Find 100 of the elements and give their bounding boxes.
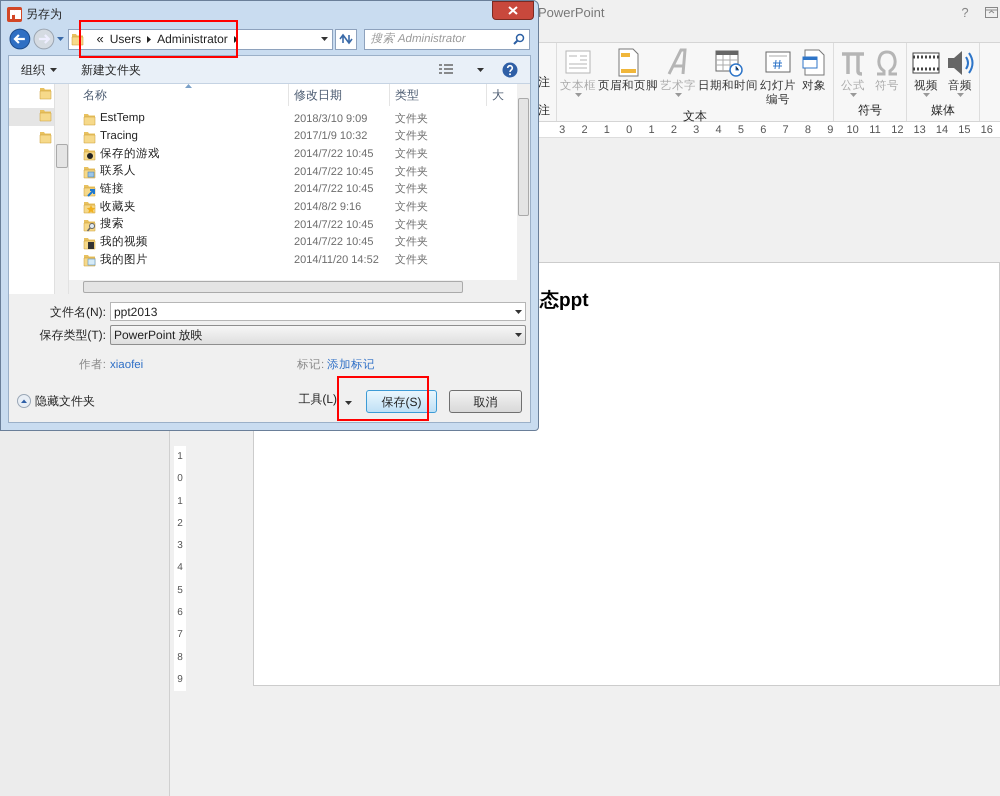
- ribbon-button-label[interactable]: 注: [538, 73, 550, 91]
- folder-icon: [83, 182, 97, 197]
- file-name[interactable]: 搜索: [100, 216, 124, 234]
- ribbon-button[interactable]: 音频: [943, 47, 977, 97]
- group-label: 符号: [857, 102, 883, 119]
- type-cell-text: 文件夹: [394, 112, 429, 127]
- date-cell-text: 2014/7/22 10:45: [293, 235, 375, 250]
- ruler-number: 8: [177, 650, 183, 665]
- caret-icon: [515, 310, 522, 314]
- date-cell-text: 2014/7/22 10:45: [293, 146, 375, 162]
- nav-item[interactable]: [9, 108, 54, 126]
- file-name[interactable]: 收藏夹: [100, 198, 136, 216]
- refresh-icon: [338, 33, 353, 45]
- ruler-number: 13: [912, 123, 927, 137]
- ruler-number: 4: [177, 561, 183, 576]
- file-name[interactable]: Tracing: [100, 128, 138, 146]
- meta-label: 标记:: [297, 358, 326, 373]
- file-name-field[interactable]: ppt2013: [110, 302, 526, 321]
- ruler-number: 0: [625, 123, 634, 137]
- folder-icon: [83, 200, 97, 214]
- organize-button[interactable]: 组织: [21, 60, 57, 78]
- ruler-number: 12: [890, 123, 904, 137]
- scrollbar[interactable]: [69, 280, 530, 294]
- restore-icon[interactable]: [985, 7, 998, 18]
- ruler-number: 11: [868, 123, 882, 137]
- type-cell-text: 文件夹: [394, 128, 429, 144]
- scrollbar[interactable]: [517, 84, 530, 280]
- window-title: 另存为: [26, 6, 62, 23]
- type-cell-text: 文件夹: [394, 218, 429, 233]
- folder-icon: [39, 86, 53, 100]
- ruler-number: 2: [670, 123, 678, 137]
- ruler-number: 0: [177, 472, 183, 486]
- address-bar[interactable]: « Users Administrator: [68, 28, 333, 50]
- author-link[interactable]: xiaofei: [110, 357, 297, 374]
- field-label: 文件名(N):: [49, 304, 107, 320]
- ruler-number: 14: [934, 123, 950, 137]
- date-cell-text: 2014/11/20 14:52: [293, 253, 380, 268]
- ribbon-button[interactable]: 页眉和页脚: [597, 47, 659, 93]
- ruler-number: 9: [177, 672, 183, 687]
- breadcrumb-overflow[interactable]: «: [96, 29, 104, 49]
- type-cell-text: 文件夹: [394, 234, 429, 250]
- field-label: 保存类型(T):: [38, 327, 107, 344]
- ruler-number: 5: [177, 584, 183, 598]
- file-name[interactable]: EstTemp: [100, 110, 145, 128]
- scrollbar[interactable]: [54, 84, 68, 294]
- ruler-number: 1: [647, 123, 656, 137]
- file-name[interactable]: 链接: [100, 180, 124, 198]
- ruler-number: 6: [759, 123, 768, 137]
- help-icon[interactable]: [502, 62, 518, 78]
- collapse-icon: [17, 394, 31, 408]
- date-cell-text: 2014/8/2 9:16: [293, 200, 362, 216]
- search-field[interactable]: 搜索 Administrator: [364, 28, 530, 50]
- date-cell-text: 2017/1/9 10:32: [293, 129, 368, 144]
- chevron-icon: [234, 36, 238, 42]
- file-type-dropdown[interactable]: PowerPoint 放映: [110, 325, 526, 345]
- type-cell-text: 文件夹: [394, 200, 429, 216]
- new-folder-button[interactable]: 新建文件夹: [81, 60, 141, 78]
- ruler-number: 9: [826, 123, 834, 137]
- slide-title: 态ppt: [540, 290, 589, 311]
- group-label: 注: [538, 102, 550, 119]
- save-button[interactable]: 保存(S): [366, 390, 437, 413]
- refresh-button[interactable]: [334, 28, 357, 50]
- app-icon: [7, 6, 22, 22]
- ribbon-button[interactable]: 日期和时间: [697, 47, 759, 93]
- ribbon-button[interactable]: 幻灯片编号: [759, 47, 797, 107]
- file-name[interactable]: 保存的游戏: [100, 146, 160, 163]
- folder-icon: [83, 218, 97, 232]
- column-header[interactable]: 大: [487, 84, 504, 106]
- date-cell-text: 2014/7/22 10:45: [293, 218, 375, 233]
- ribbon-button[interactable]: 对象: [797, 47, 831, 93]
- group-label: 文本: [682, 108, 708, 125]
- breadcrumb-item[interactable]: Users: [110, 30, 142, 48]
- view-icon[interactable]: [439, 64, 453, 76]
- caret-icon: [477, 68, 484, 72]
- ruler-number: 2: [580, 123, 589, 137]
- tags-link[interactable]: 添加标记: [327, 357, 376, 374]
- cancel-button[interactable]: 取消: [449, 390, 522, 413]
- column-header[interactable]: 修改日期: [289, 84, 390, 106]
- close-button[interactable]: [492, 1, 534, 20]
- breadcrumb-item[interactable]: Administrator: [157, 30, 228, 48]
- column-header[interactable]: 类型: [390, 84, 487, 106]
- tools-button[interactable]: 工具(L): [298, 390, 337, 408]
- hide-folders-button[interactable]: 隐藏文件夹: [17, 392, 95, 410]
- chevron-icon: [147, 36, 152, 42]
- ruler-number: 3: [558, 123, 566, 137]
- date-cell-text: 2014/7/22 10:45: [293, 164, 375, 180]
- back-icon[interactable]: [9, 28, 31, 50]
- file-name[interactable]: 我的图片: [100, 252, 148, 269]
- ruler-number: 10: [846, 123, 860, 137]
- meta-label: 作者:: [78, 358, 107, 373]
- file-name[interactable]: 联系人: [100, 163, 136, 181]
- ruler-number: 6: [177, 606, 183, 620]
- type-cell-text: 文件夹: [394, 146, 429, 162]
- folder-icon: [83, 236, 97, 250]
- file-name[interactable]: 我的视频: [100, 234, 148, 252]
- type-cell-text: 文件夹: [394, 164, 429, 180]
- ruler-number: 7: [782, 123, 790, 137]
- ribbon-button[interactable]: 视频: [909, 47, 943, 97]
- folder-icon: [83, 130, 97, 144]
- folder-icon: [83, 112, 97, 126]
